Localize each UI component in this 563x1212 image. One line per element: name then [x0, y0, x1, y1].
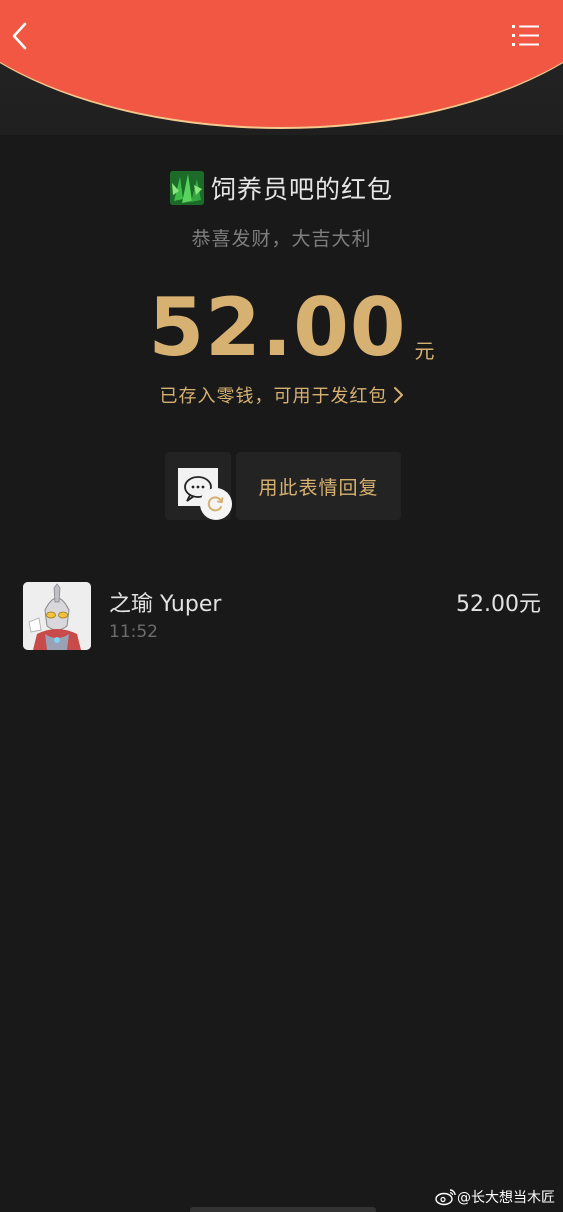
watermark: @长大想当木匠 [435, 1187, 555, 1207]
receiver-time: 11:52 [109, 622, 158, 642]
receiver-name: 之瑜 Yuper [109, 592, 222, 617]
blessing-text: 恭喜发财，大吉大利 [191, 228, 372, 250]
red-packet-cover-arc [0, 0, 563, 129]
receiver-avatar[interactable] [23, 582, 91, 650]
chevron-left-icon [12, 22, 27, 50]
amount-display: 52.00 元 [0, 280, 563, 376]
red-packet-title: 饲养员吧的红包 [210, 175, 393, 204]
refresh-sticker-button[interactable] [200, 488, 232, 520]
amount-unit: 元 [414, 339, 435, 363]
receiver-amount: 52.00元 [456, 592, 541, 617]
list-menu-icon [512, 25, 539, 46]
red-packet-detail-page: 饲养员吧的红包 恭喜发财，大吉大利 52.00 元 已存入零钱，可用于发红包 用… [0, 0, 563, 1212]
chevron-right-icon [393, 387, 403, 403]
menu-button[interactable] [506, 20, 544, 52]
weibo-icon [435, 1189, 456, 1206]
saved-to-change-text: 已存入零钱，可用于发红包 [159, 386, 388, 407]
ultraman-avatar-icon [23, 582, 91, 650]
home-indicator[interactable] [190, 1207, 376, 1212]
refresh-icon [207, 496, 224, 512]
amount-value: 52.00 [148, 281, 407, 374]
sticker-preview-button[interactable] [165, 452, 232, 520]
sender-row: 饲养员吧的红包 [0, 170, 563, 206]
watermark-text: @长大想当木匠 [457, 1190, 555, 1206]
green-leaf-avatar [169, 171, 204, 205]
header-band [0, 0, 563, 135]
back-button[interactable] [6, 18, 36, 54]
reply-with-sticker-button[interactable]: 用此表情回复 [236, 452, 401, 520]
sender-avatar [169, 171, 204, 205]
change-balance-link[interactable]: 已存入零钱，可用于发红包 [0, 382, 563, 408]
